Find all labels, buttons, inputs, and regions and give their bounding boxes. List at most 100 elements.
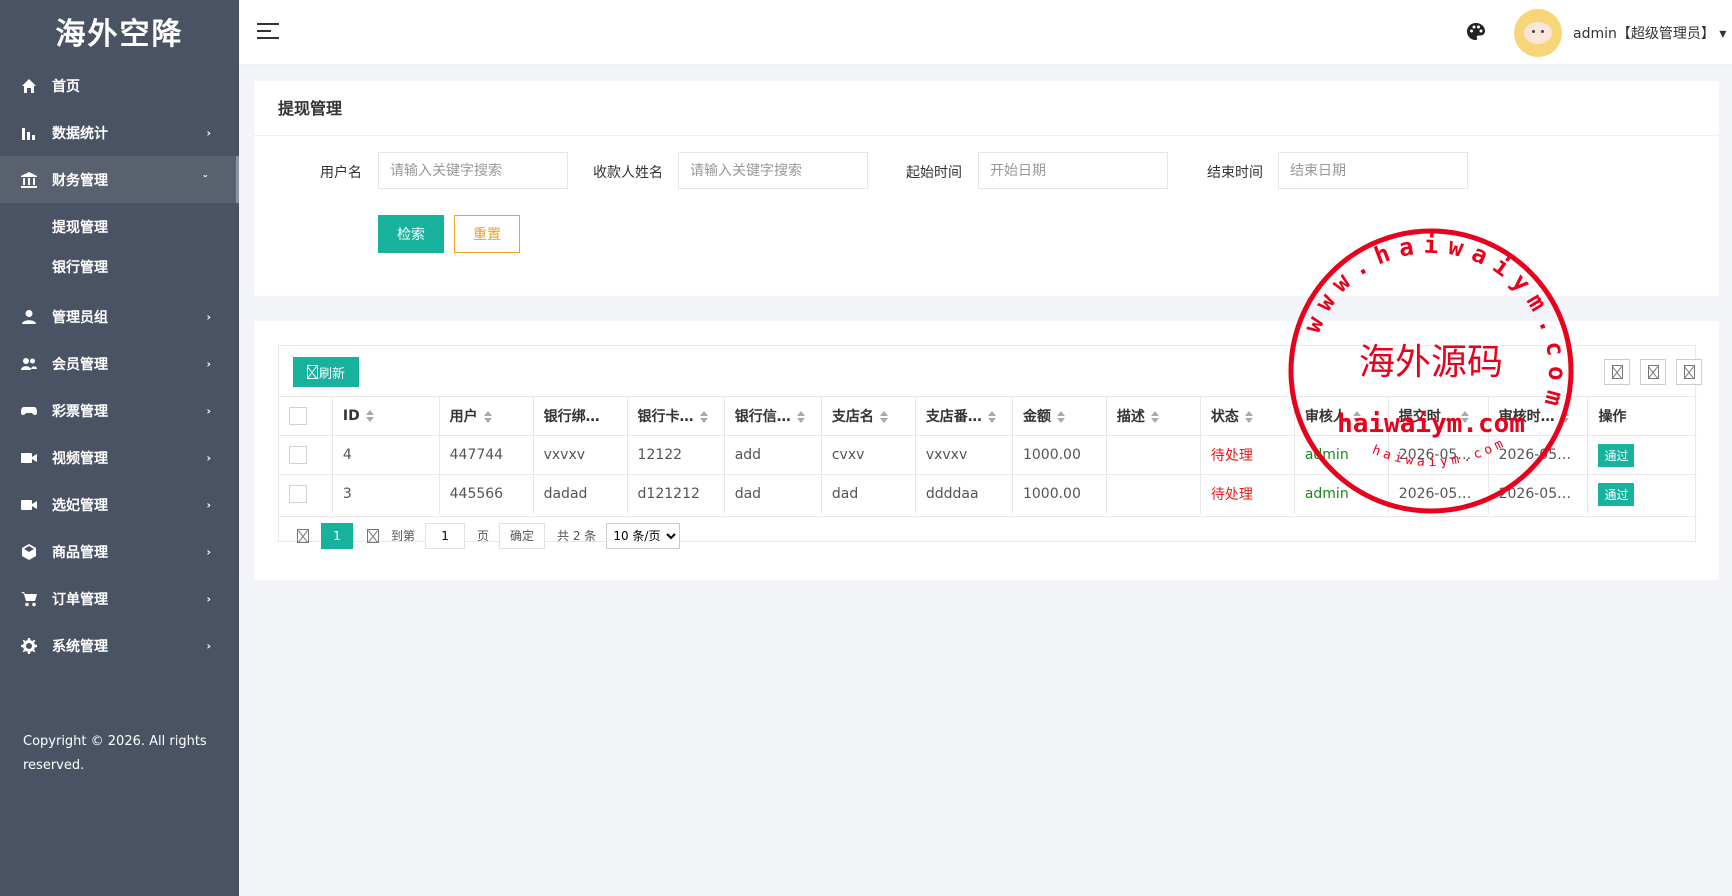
col-header-status[interactable]: 状态: [1200, 396, 1295, 436]
col-header-bank-info[interactable]: 银行信…: [724, 396, 822, 436]
row-checkbox[interactable]: [289, 446, 307, 464]
col-header-submit-time[interactable]: 提交时…: [1388, 396, 1489, 436]
pagination: 1 到第 页 确定 共 2 条 10 条/页: [279, 516, 1697, 554]
print-icon[interactable]: [1676, 359, 1702, 385]
chevron-right-icon: ›: [206, 545, 211, 558]
sidebar-item-orders[interactable]: 订单管理 ›: [0, 575, 239, 622]
sidebar: 海外空降 首页 数据统计 › 财务管理 ˇ 提现管理 银行管理 管理员组 › 会…: [0, 0, 239, 896]
sort-icon[interactable]: [1244, 411, 1253, 423]
sidebar-subitem-withdraw[interactable]: 提现管理: [0, 207, 239, 247]
sort-icon[interactable]: [796, 411, 805, 423]
finance-submenu: 提现管理 银行管理: [0, 203, 239, 293]
caret-down-icon: ▾: [1719, 26, 1727, 42]
cell-audit-time: 2026-05…: [1488, 474, 1589, 514]
sort-icon[interactable]: [987, 411, 996, 423]
chevron-right-icon: ›: [206, 639, 211, 652]
hamburger-menu-icon[interactable]: [257, 23, 279, 41]
search-panel: 提现管理 用户名 收款人姓名 起始时间 结束时间 检索 重置: [254, 81, 1719, 296]
col-header-branch[interactable]: 支店名: [821, 396, 916, 436]
sort-icon[interactable]: [879, 411, 888, 423]
select-all-cell: [279, 396, 333, 436]
sidebar-item-lottery[interactable]: 彩票管理 ›: [0, 387, 239, 434]
approve-button[interactable]: 通过: [1598, 482, 1635, 506]
sort-icon[interactable]: [1560, 411, 1569, 423]
sidebar-item-finance[interactable]: 财务管理 ˇ: [0, 156, 239, 203]
refresh-button[interactable]: 刷新: [293, 357, 359, 387]
cart-icon: [20, 590, 38, 608]
end-time-label: 结束时间: [1207, 165, 1263, 181]
sort-icon[interactable]: [699, 411, 708, 423]
goto-confirm-button[interactable]: 确定: [499, 522, 546, 549]
col-header-bank-bind[interactable]: 银行绑…: [533, 396, 628, 436]
col-header-id[interactable]: ID: [332, 396, 440, 436]
row-select-cell: [279, 435, 333, 475]
user-name-label: admin【超级管理员】: [1573, 26, 1715, 42]
top-header: admin【超级管理员】 ▾: [239, 0, 1732, 65]
user-menu[interactable]: admin【超级管理员】 ▾: [1573, 23, 1726, 43]
col-label: 状态: [1210, 409, 1239, 425]
palette-icon[interactable]: [1466, 22, 1486, 42]
sort-icon[interactable]: [483, 411, 492, 423]
cell-amount: 1000.00: [1012, 474, 1107, 514]
cell-bank-info: dad: [724, 474, 822, 514]
brand-title: 海外空降: [55, 17, 184, 52]
col-header-branch-no[interactable]: 支店番…: [915, 396, 1013, 436]
sidebar-item-members[interactable]: 会员管理 ›: [0, 340, 239, 387]
username-search-input[interactable]: [378, 152, 568, 189]
page-unit-label: 页: [477, 529, 490, 543]
cell-branch: dad: [821, 474, 916, 514]
avatar[interactable]: [1514, 9, 1562, 57]
sidebar-item-goods[interactable]: 商品管理 ›: [0, 528, 239, 575]
current-page-button[interactable]: 1: [321, 522, 353, 549]
row-checkbox[interactable]: [289, 485, 307, 504]
sidebar-item-stats[interactable]: 数据统计 ›: [0, 109, 239, 156]
gamepad-icon: [20, 402, 38, 420]
export-icon[interactable]: [1640, 359, 1666, 385]
sidebar-item-consort[interactable]: 选妃管理 ›: [0, 481, 239, 528]
reset-button[interactable]: 重置: [454, 215, 520, 253]
sort-icon[interactable]: [1150, 411, 1159, 423]
payee-name-search-input[interactable]: [678, 152, 868, 189]
payee-name-label: 收款人姓名: [593, 165, 663, 181]
goto-label: 到第: [391, 529, 416, 543]
sidebar-item-system[interactable]: 系统管理 ›: [0, 622, 239, 669]
col-header-auditor[interactable]: 审核人: [1294, 396, 1389, 436]
row-select-cell: [279, 474, 333, 514]
sidebar-item-admin-group[interactable]: 管理员组 ›: [0, 293, 239, 340]
chevron-down-icon: ˇ: [202, 173, 209, 186]
goto-page-input[interactable]: [425, 522, 466, 549]
filter-columns-icon[interactable]: [1604, 359, 1630, 385]
bar-chart-icon: [20, 124, 38, 142]
video-icon: [20, 496, 38, 514]
start-date-input[interactable]: [978, 152, 1168, 189]
col-header-bank-card[interactable]: 银行卡…: [627, 396, 725, 436]
col-header-desc[interactable]: 描述: [1106, 396, 1201, 436]
sort-icon[interactable]: [365, 410, 374, 422]
search-button[interactable]: 检索: [378, 215, 444, 253]
sidebar-item-label: 财务管理: [52, 172, 108, 189]
sort-icon[interactable]: [1460, 411, 1469, 423]
prev-page-icon[interactable]: [297, 528, 309, 543]
gear-icon: [20, 637, 38, 655]
col-header-audit-time[interactable]: 审核时…: [1488, 396, 1589, 436]
col-header-user[interactable]: 用户: [439, 396, 534, 436]
table-header-row: ID 用户 银行绑… 银行卡… 银行信… 支店名 支店番… 金额 描述 状态 审…: [279, 396, 1697, 436]
page-size-select[interactable]: 10 条/页: [606, 522, 681, 549]
col-header-amount[interactable]: 金额: [1012, 396, 1107, 436]
chevron-right-icon: ›: [206, 592, 211, 605]
select-all-checkbox[interactable]: [289, 407, 307, 425]
start-time-label: 起始时间: [906, 165, 962, 181]
sort-icon[interactable]: [1352, 411, 1361, 423]
cell-branch: cvxv: [821, 435, 916, 475]
total-count: 共 2 条: [557, 529, 597, 543]
sidebar-item-video[interactable]: 视频管理 ›: [0, 434, 239, 481]
sidebar-subitem-bank[interactable]: 银行管理: [0, 247, 239, 287]
next-page-icon[interactable]: [367, 528, 379, 543]
sort-icon[interactable]: [1056, 411, 1065, 423]
cell-auditor: admin: [1294, 474, 1389, 514]
sidebar-item-home[interactable]: 首页: [0, 62, 239, 109]
approve-button[interactable]: 通过: [1598, 443, 1635, 467]
cell-id: 3: [332, 474, 440, 514]
col-label: ID: [342, 408, 360, 424]
end-date-input[interactable]: [1278, 152, 1468, 189]
